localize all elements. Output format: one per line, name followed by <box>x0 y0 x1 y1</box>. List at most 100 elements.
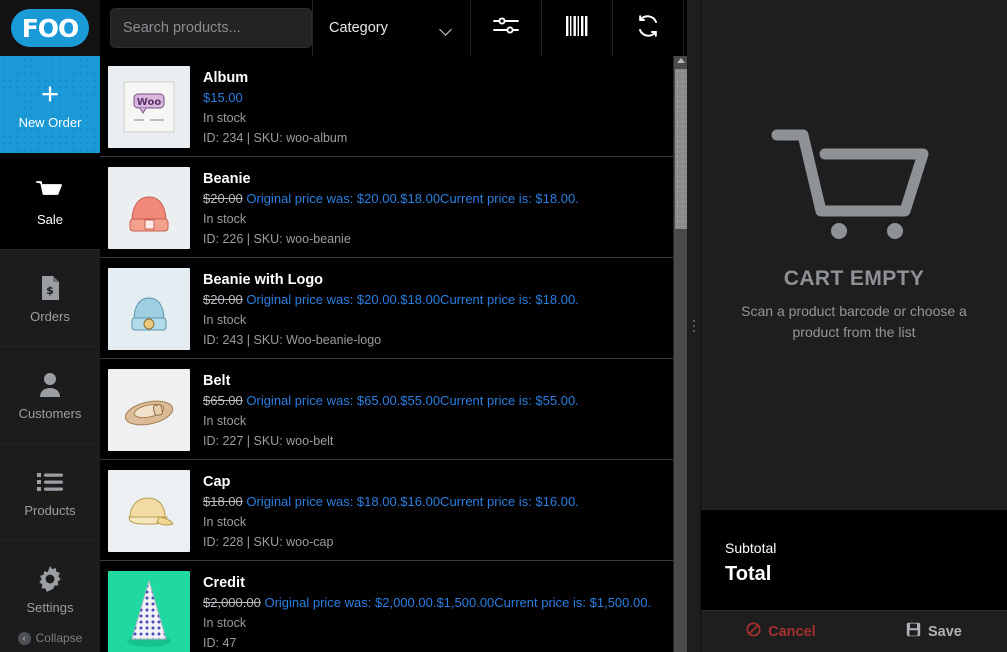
category-dropdown[interactable]: Category <box>312 0 471 56</box>
product-price-current: Original price was: $2,000.00.$1,500.00C… <box>260 595 652 610</box>
product-meta: ID: 234 | SKU: woo-album <box>203 131 348 145</box>
sidebar: FOO + New Order Sale $ Orders Customers … <box>0 0 100 652</box>
product-price-current: Original price was: $20.00.$18.00Current… <box>242 191 579 206</box>
product-meta: ID: 227 | SKU: woo-belt <box>203 434 334 448</box>
product-list: Woo Album $15.00 In stock ID: 234 | SKU:… <box>100 56 673 652</box>
product-price: $65.00 Original price was: $65.00.$55.00… <box>203 391 579 411</box>
product-info: Beanie with Logo $20.00 Original price w… <box>203 268 579 348</box>
plus-icon: + <box>40 76 60 111</box>
pane-resize-handle[interactable] <box>687 0 701 652</box>
product-row[interactable]: Woo Album $15.00 In stock ID: 234 | SKU:… <box>100 56 673 157</box>
receipt-dollar-icon: $ <box>39 273 61 303</box>
product-name: Album <box>203 70 249 86</box>
product-pane: Category <box>100 0 687 652</box>
product-stock: In stock <box>203 515 247 529</box>
product-info: Belt $65.00 Original price was: $65.00.$… <box>203 369 579 449</box>
product-name: Beanie <box>203 171 251 187</box>
barcode-scan-button[interactable] <box>542 0 613 56</box>
sidebar-item-label: Orders <box>30 308 70 324</box>
product-price-current: $15.00 <box>203 90 243 105</box>
list-icon <box>37 467 63 497</box>
product-thumbnail <box>108 268 190 350</box>
product-thumbnail: Woo <box>108 66 190 148</box>
product-price-current: Original price was: $65.00.$55.00Current… <box>242 393 579 408</box>
product-info: Credit $2,000.00 Original price was: $2,… <box>203 571 651 651</box>
category-label: Category <box>329 20 388 36</box>
cart-icon <box>35 176 65 206</box>
product-price: $20.00 Original price was: $20.00.$18.00… <box>203 189 579 209</box>
sidebar-item-sale[interactable]: Sale <box>0 153 100 250</box>
product-list-scroll: Woo Album $15.00 In stock ID: 234 | SKU:… <box>100 56 687 652</box>
sidebar-collapse-button[interactable]: ‹ Collapse <box>0 624 100 652</box>
cart-actions: Cancel Save <box>701 610 1007 652</box>
product-price-current: Original price was: $18.00.$16.00Current… <box>242 494 579 509</box>
scrollbar-thumb[interactable] <box>675 69 687 229</box>
cancel-button[interactable]: Cancel <box>746 622 816 641</box>
sidebar-item-customers[interactable]: Customers <box>0 347 100 444</box>
product-price-current: Original price was: $20.00.$18.00Current… <box>242 292 579 307</box>
scroll-up-arrow-icon[interactable] <box>677 58 685 63</box>
grip-dots-icon <box>692 320 695 332</box>
product-row[interactable]: Beanie with Logo $20.00 Original price w… <box>100 258 673 359</box>
product-stock: In stock <box>203 111 247 125</box>
cart-empty-title: CART EMPTY <box>783 267 925 290</box>
no-entry-icon <box>746 622 761 641</box>
product-meta: ID: 47 <box>203 636 237 650</box>
subtotal-label: Subtotal <box>725 540 777 556</box>
product-thumbnail <box>108 369 190 451</box>
product-price-original: $2,000.00 <box>203 595 261 610</box>
sidebar-item-label: Products <box>24 502 76 518</box>
cart-empty-message: Scan a product barcode or choose a produ… <box>741 303 967 340</box>
sidebar-item-label: Sale <box>36 211 64 227</box>
product-list-scrollbar[interactable] <box>673 56 687 652</box>
refresh-icon <box>636 14 660 42</box>
cancel-label: Cancel <box>768 623 816 640</box>
product-info: Album $15.00 In stock ID: 234 | SKU: woo… <box>203 66 347 146</box>
cart-empty-state: CART EMPTY Scan a product barcode or cho… <box>701 0 1007 510</box>
product-stock: In stock <box>203 313 247 327</box>
product-row[interactable]: Credit $2,000.00 Original price was: $2,… <box>100 561 673 652</box>
sliders-icon <box>493 15 519 42</box>
product-name: Beanie with Logo <box>203 272 324 288</box>
save-button[interactable]: Save <box>906 622 962 641</box>
search-input[interactable] <box>110 8 312 48</box>
product-price: $15.00 <box>203 88 347 108</box>
floppy-disk-icon <box>906 622 921 641</box>
filter-button[interactable] <box>471 0 542 56</box>
sidebar-item-products[interactable]: Products <box>0 444 100 541</box>
product-price-original: $20.00 <box>203 191 243 206</box>
pos-app: FOO + New Order Sale $ Orders Customers … <box>0 0 1007 652</box>
chevron-left-circle-icon: ‹ <box>17 631 31 645</box>
product-name: Credit <box>203 575 245 591</box>
product-price: $18.00 Original price was: $18.00.$16.00… <box>203 492 579 512</box>
product-thumbnail <box>108 167 190 249</box>
svg-text:Woo: Woo <box>137 97 162 108</box>
product-meta: ID: 226 | SKU: woo-beanie <box>203 232 351 246</box>
product-row[interactable]: Belt $65.00 Original price was: $65.00.$… <box>100 359 673 460</box>
sidebar-item-orders[interactable]: $ Orders <box>0 250 100 347</box>
sidebar-item-new-order[interactable]: + New Order <box>0 56 100 153</box>
product-price-original: $20.00 <box>203 292 243 307</box>
svg-text:$: $ <box>46 284 54 297</box>
user-icon <box>38 370 62 400</box>
product-info: Beanie $20.00 Original price was: $20.00… <box>203 167 579 247</box>
cart-icon <box>769 127 939 247</box>
barcode-icon <box>564 15 590 42</box>
product-thumbnail <box>108 470 190 552</box>
product-row[interactable]: Cap $18.00 Original price was: $18.00.$1… <box>100 460 673 561</box>
product-price: $20.00 Original price was: $20.00.$18.00… <box>203 290 579 310</box>
save-label: Save <box>927 623 962 640</box>
product-info: Cap $18.00 Original price was: $18.00.$1… <box>203 470 579 550</box>
product-name: Cap <box>203 474 231 490</box>
product-thumbnail <box>108 571 190 652</box>
refresh-button[interactable] <box>613 0 684 56</box>
product-price-original: $65.00 <box>203 393 243 408</box>
product-row[interactable]: Beanie $20.00 Original price was: $20.00… <box>100 157 673 258</box>
cart-panel: CART EMPTY Scan a product barcode or cho… <box>701 0 1007 652</box>
product-price-original: $18.00 <box>203 494 243 509</box>
collapse-label: Collapse <box>35 631 83 645</box>
chevron-down-icon <box>441 25 452 32</box>
product-stock: In stock <box>203 212 247 226</box>
brand-logo[interactable]: FOO <box>0 0 100 56</box>
product-meta: ID: 243 | SKU: Woo-beanie-logo <box>203 333 382 347</box>
